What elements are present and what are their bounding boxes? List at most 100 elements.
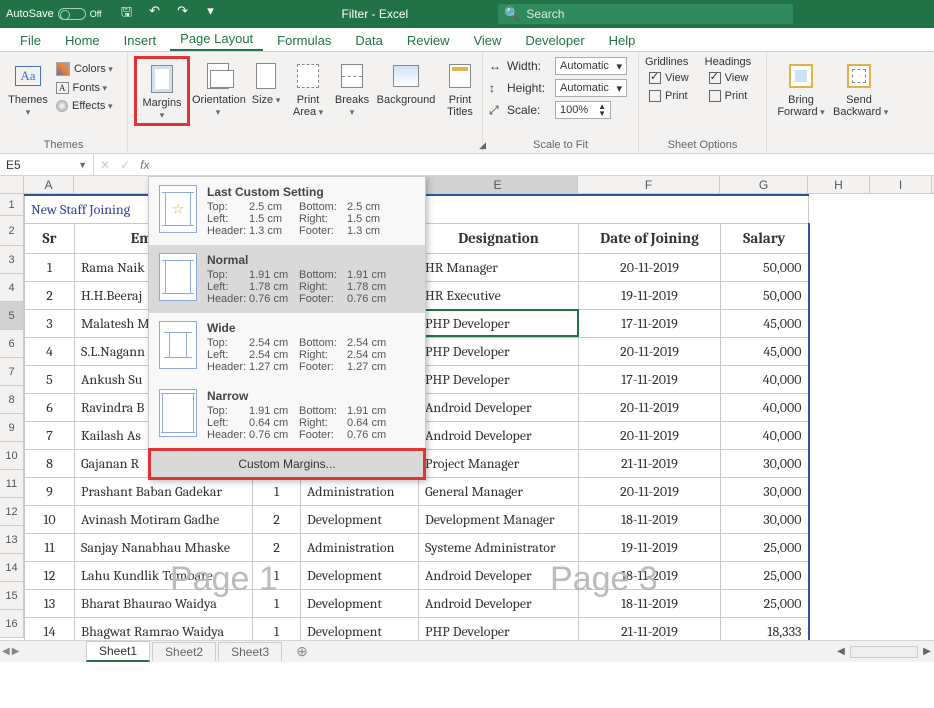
- table-cell[interactable]: 30,000: [721, 449, 809, 477]
- table-cell[interactable]: PHP Developer: [419, 337, 579, 365]
- sheet-tab-3[interactable]: Sheet3: [218, 642, 282, 661]
- row-header[interactable]: 9: [0, 414, 24, 442]
- width-select[interactable]: Automatic▾: [555, 57, 627, 75]
- row-header[interactable]: 15: [0, 582, 24, 610]
- table-cell[interactable]: 40,000: [721, 421, 809, 449]
- margins-button[interactable]: Margins: [134, 56, 190, 126]
- table-cell[interactable]: Development Manager: [419, 505, 579, 533]
- send-backward-button[interactable]: Send Backward: [831, 56, 887, 120]
- table-header[interactable]: Salary: [721, 223, 809, 253]
- print-titles-button[interactable]: Print Titles: [438, 56, 482, 120]
- table-cell[interactable]: Avinash Motiram Gadhe: [75, 505, 253, 533]
- table-cell[interactable]: Development: [301, 561, 419, 589]
- table-cell[interactable]: 2: [25, 281, 75, 309]
- save-icon[interactable]: 🖫: [116, 3, 138, 25]
- table-cell[interactable]: 18-11-2019: [579, 561, 721, 589]
- table-cell[interactable]: 18,333: [721, 617, 809, 640]
- table-cell[interactable]: 20-11-2019: [579, 253, 721, 281]
- table-cell[interactable]: 50,000: [721, 253, 809, 281]
- table-cell[interactable]: 25,000: [721, 533, 809, 561]
- search-box[interactable]: 🔍 Search: [498, 4, 793, 24]
- table-row[interactable]: 10Avinash Motiram Gadhe2DevelopmentDevel…: [25, 505, 809, 533]
- table-cell[interactable]: 30,000: [721, 477, 809, 505]
- page-setup-launcher-icon[interactable]: ◢: [479, 140, 486, 151]
- tab-help[interactable]: Help: [599, 30, 646, 51]
- tab-insert[interactable]: Insert: [114, 30, 167, 51]
- row-header[interactable]: 1: [0, 194, 24, 216]
- table-cell[interactable]: 19-11-2019: [579, 533, 721, 561]
- margins-option[interactable]: WideTop:2.54 cmBottom:2.54 cmLeft:2.54 c…: [149, 313, 425, 381]
- scroll-left-icon[interactable]: ◀: [834, 646, 848, 657]
- table-cell[interactable]: 14: [25, 617, 75, 640]
- table-cell[interactable]: Prashant Baban Gadekar: [75, 477, 253, 505]
- table-cell[interactable]: General Manager: [419, 477, 579, 505]
- table-header[interactable]: Designation: [419, 223, 579, 253]
- row-header[interactable]: 10: [0, 442, 24, 470]
- fx-icon[interactable]: fx: [140, 158, 149, 172]
- table-cell[interactable]: 20-11-2019: [579, 421, 721, 449]
- table-cell[interactable]: Lahu Kundlik Tombare: [75, 561, 253, 589]
- scale-spinner[interactable]: 100%▲▼: [555, 101, 611, 119]
- tab-home[interactable]: Home: [55, 30, 110, 51]
- sheet-tab-1[interactable]: Sheet1: [86, 641, 150, 662]
- tab-review[interactable]: Review: [397, 30, 460, 51]
- background-button[interactable]: Background: [374, 56, 438, 108]
- table-cell[interactable]: Android Developer: [419, 393, 579, 421]
- col-header-i[interactable]: I: [870, 176, 932, 193]
- table-header[interactable]: Date of Joining: [579, 223, 721, 253]
- table-cell[interactable]: Development: [301, 589, 419, 617]
- table-cell[interactable]: 12: [25, 561, 75, 589]
- col-header-g[interactable]: G: [720, 176, 808, 193]
- table-cell[interactable]: 21-11-2019: [579, 617, 721, 640]
- breaks-button[interactable]: Breaks: [330, 56, 374, 120]
- effects-button[interactable]: Effects: [52, 98, 117, 114]
- table-header[interactable]: Sr: [25, 223, 75, 253]
- row-header[interactable]: 4: [0, 274, 24, 302]
- table-cell[interactable]: 1: [25, 253, 75, 281]
- table-cell[interactable]: Development: [301, 617, 419, 640]
- orientation-button[interactable]: Orientation: [190, 56, 246, 120]
- custom-margins-button[interactable]: Custom Margins...: [148, 448, 426, 480]
- table-cell[interactable]: Development: [301, 505, 419, 533]
- table-cell[interactable]: 1: [253, 477, 301, 505]
- table-cell[interactable]: PHP Developer: [419, 309, 579, 337]
- sheet-nav-next-icon[interactable]: ▶: [12, 646, 20, 657]
- quickaccess-customize-icon[interactable]: ▾: [200, 3, 222, 25]
- gridlines-print-checkbox[interactable]: Print: [645, 88, 693, 104]
- tab-data[interactable]: Data: [345, 30, 392, 51]
- row-header[interactable]: 3: [0, 246, 24, 274]
- table-cell[interactable]: 11: [25, 533, 75, 561]
- table-cell[interactable]: 18-11-2019: [579, 589, 721, 617]
- bring-forward-button[interactable]: Bring Forward: [773, 56, 829, 120]
- headings-print-checkbox[interactable]: Print: [705, 88, 753, 104]
- scroll-right-icon[interactable]: ▶: [920, 646, 934, 657]
- redo-icon[interactable]: ↷: [172, 3, 194, 25]
- row-header[interactable]: 11: [0, 470, 24, 498]
- row-header[interactable]: 8: [0, 386, 24, 414]
- row-header[interactable]: 12: [0, 498, 24, 526]
- table-cell[interactable]: 19-11-2019: [579, 281, 721, 309]
- print-area-button[interactable]: Print Area: [286, 56, 330, 120]
- sheet-nav-prev-icon[interactable]: ◀: [2, 646, 10, 657]
- table-cell[interactable]: Android Developer: [419, 561, 579, 589]
- row-header[interactable]: 16: [0, 610, 24, 638]
- table-cell[interactable]: 3: [25, 309, 75, 337]
- table-row[interactable]: 12Lahu Kundlik Tombare1DevelopmentAndroi…: [25, 561, 809, 589]
- name-box[interactable]: E5 ▼: [0, 154, 94, 175]
- col-header-h[interactable]: H: [808, 176, 870, 193]
- col-header-a[interactable]: A: [24, 176, 74, 193]
- table-cell[interactable]: 7: [25, 421, 75, 449]
- table-cell[interactable]: 2: [253, 533, 301, 561]
- table-row[interactable]: 11Sanjay Nanabhau Mhaske2AdministrationS…: [25, 533, 809, 561]
- table-cell[interactable]: Bhagwat Ramrao Waidya: [75, 617, 253, 640]
- undo-icon[interactable]: ↶: [144, 3, 166, 25]
- table-cell[interactable]: 18-11-2019: [579, 505, 721, 533]
- table-cell[interactable]: 25,000: [721, 589, 809, 617]
- margins-option[interactable]: NormalTop:1.91 cmBottom:1.91 cmLeft:1.78…: [149, 245, 425, 313]
- gridlines-view-checkbox[interactable]: View: [645, 70, 693, 86]
- table-cell[interactable]: Administration: [301, 533, 419, 561]
- table-cell[interactable]: 30,000: [721, 505, 809, 533]
- table-cell[interactable]: 25,000: [721, 561, 809, 589]
- horizontal-scrollbar[interactable]: ◀ ▶: [834, 646, 934, 658]
- col-header-e[interactable]: E: [418, 176, 578, 193]
